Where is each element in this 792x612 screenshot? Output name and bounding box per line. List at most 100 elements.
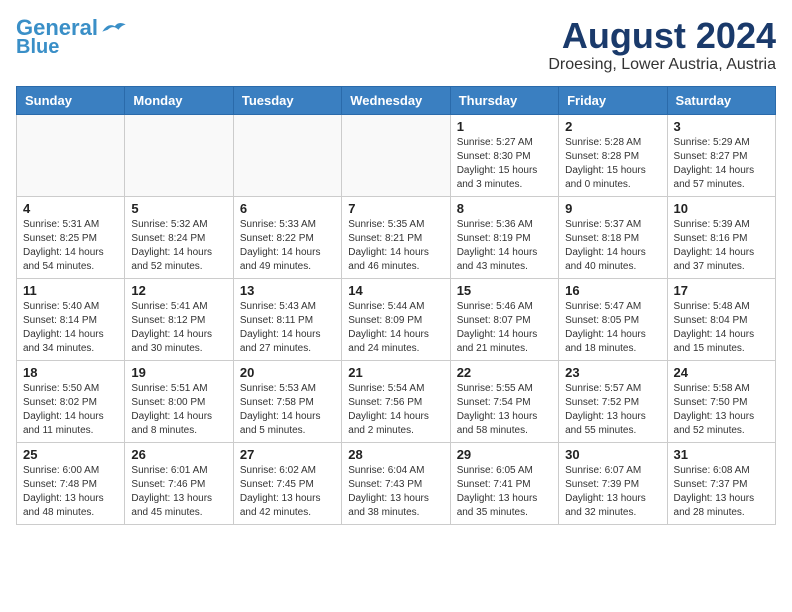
calendar-cell: 8Sunrise: 5:36 AMSunset: 8:19 PMDaylight… xyxy=(450,196,558,278)
calendar-cell: 15 Sunrise: 5:46 AMSunset: 8:07 PMDayligh… xyxy=(450,278,558,360)
day-info: Sunrise: 6:05 AMSunset: 7:41 PMDaylight:… xyxy=(457,464,552,520)
day-info: Sunrise: 5:55 AMSunset: 7:54 PMDaylight:… xyxy=(457,382,552,438)
logo-blue: Blue xyxy=(16,36,59,58)
calendar-cell: 5 Sunrise: 5:32 AMSunset: 8:24 PMDaylight… xyxy=(125,196,233,278)
calendar-table: SundayMondayTuesdayWednesdayThursdayFrid… xyxy=(16,86,776,525)
day-info: Sunrise: 6:01 AMSunset: 7:46 PMDaylight:… xyxy=(131,464,226,520)
day-number: 8 xyxy=(457,201,552,216)
day-info: Sunrise: 5:40 AMSunset: 8:14 PMDaylight:… xyxy=(23,300,118,356)
calendar-cell xyxy=(17,114,125,196)
location-title: Droesing, Lower Austria, Austria xyxy=(548,56,776,74)
day-info: Sunrise: 5:37 AMSunset: 8:18 PMDaylight:… xyxy=(565,218,660,274)
day-info: Sunrise: 5:58 AMSunset: 7:50 PMDaylight:… xyxy=(674,382,769,438)
day-number: 3 xyxy=(674,119,769,134)
calendar-cell: 23 Sunrise: 5:57 AMSunset: 7:52 PMDayligh… xyxy=(559,360,667,442)
day-info: Sunrise: 6:00 AMSunset: 7:48 PMDaylight:… xyxy=(23,464,118,520)
day-number: 22 xyxy=(457,365,552,380)
day-number: 11 xyxy=(23,283,118,298)
calendar-cell: 22 Sunrise: 5:55 AMSunset: 7:54 PMDayligh… xyxy=(450,360,558,442)
calendar-cell: 3 Sunrise: 5:29 AMSunset: 8:27 PMDaylight… xyxy=(667,114,775,196)
weekday-header-sunday: Sunday xyxy=(17,86,125,114)
weekday-header-monday: Monday xyxy=(125,86,233,114)
day-info: Sunrise: 6:04 AMSunset: 7:43 PMDaylight:… xyxy=(348,464,443,520)
day-number: 18 xyxy=(23,365,118,380)
day-number: 7 xyxy=(348,201,443,216)
calendar-week-5: 25 Sunrise: 6:00 AMSunset: 7:48 PMDayligh… xyxy=(17,442,776,524)
weekday-header-friday: Friday xyxy=(559,86,667,114)
day-info: Sunrise: 5:35 AMSunset: 8:21 PMDaylight:… xyxy=(348,218,443,274)
day-number: 17 xyxy=(674,283,769,298)
logo: General Blue xyxy=(16,16,128,58)
day-info: Sunrise: 5:41 AMSunset: 8:12 PMDaylight:… xyxy=(131,300,226,356)
calendar-cell: 25 Sunrise: 6:00 AMSunset: 7:48 PMDayligh… xyxy=(17,442,125,524)
day-number: 2 xyxy=(565,119,660,134)
day-info: Sunrise: 5:46 AMSunset: 8:07 PMDaylight:… xyxy=(457,300,552,356)
title-block: August 2024 Droesing, Lower Austria, Aus… xyxy=(548,16,776,74)
day-info: Sunrise: 5:50 AMSunset: 8:02 PMDaylight:… xyxy=(23,382,118,438)
calendar-header-row: SundayMondayTuesdayWednesdayThursdayFrid… xyxy=(17,86,776,114)
page-header: General Blue August 2024 Droesing, Lower… xyxy=(16,16,776,74)
day-number: 4 xyxy=(23,201,118,216)
day-number: 1 xyxy=(457,119,552,134)
calendar-cell: 29 Sunrise: 6:05 AMSunset: 7:41 PMDayligh… xyxy=(450,442,558,524)
day-info: Sunrise: 5:43 AMSunset: 8:11 PMDaylight:… xyxy=(240,300,335,356)
day-info: Sunrise: 5:31 AMSunset: 8:25 PMDaylight:… xyxy=(23,218,118,274)
calendar-week-4: 18 Sunrise: 5:50 AMSunset: 8:02 PMDayligh… xyxy=(17,360,776,442)
day-info: Sunrise: 5:28 AMSunset: 8:28 PMDaylight:… xyxy=(565,136,660,192)
month-title: August 2024 xyxy=(548,16,776,56)
day-number: 28 xyxy=(348,447,443,462)
day-number: 12 xyxy=(131,283,226,298)
calendar-cell: 16 Sunrise: 5:47 AMSunset: 8:05 PMDayligh… xyxy=(559,278,667,360)
day-info: Sunrise: 5:29 AMSunset: 8:27 PMDaylight:… xyxy=(674,136,769,192)
day-info: Sunrise: 5:47 AMSunset: 8:05 PMDaylight:… xyxy=(565,300,660,356)
calendar-week-3: 11 Sunrise: 5:40 AMSunset: 8:14 PMDayligh… xyxy=(17,278,776,360)
calendar-cell: 14 Sunrise: 5:44 AMSunset: 8:09 PMDayligh… xyxy=(342,278,450,360)
day-number: 25 xyxy=(23,447,118,462)
day-number: 15 xyxy=(457,283,552,298)
day-info: Sunrise: 5:44 AMSunset: 8:09 PMDaylight:… xyxy=(348,300,443,356)
day-number: 26 xyxy=(131,447,226,462)
day-number: 5 xyxy=(131,201,226,216)
day-number: 23 xyxy=(565,365,660,380)
calendar-cell: 18 Sunrise: 5:50 AMSunset: 8:02 PMDayligh… xyxy=(17,360,125,442)
calendar-cell: 11 Sunrise: 5:40 AMSunset: 8:14 PMDayligh… xyxy=(17,278,125,360)
day-info: Sunrise: 5:32 AMSunset: 8:24 PMDaylight:… xyxy=(131,218,226,274)
calendar-cell: 28 Sunrise: 6:04 AMSunset: 7:43 PMDayligh… xyxy=(342,442,450,524)
day-number: 9 xyxy=(565,201,660,216)
day-number: 16 xyxy=(565,283,660,298)
calendar-cell: 21Sunrise: 5:54 AMSunset: 7:56 PMDayligh… xyxy=(342,360,450,442)
day-number: 31 xyxy=(674,447,769,462)
day-number: 24 xyxy=(674,365,769,380)
calendar-cell: 24 Sunrise: 5:58 AMSunset: 7:50 PMDayligh… xyxy=(667,360,775,442)
calendar-cell: 1 Sunrise: 5:27 AMSunset: 8:30 PMDaylight… xyxy=(450,114,558,196)
day-info: Sunrise: 5:48 AMSunset: 8:04 PMDaylight:… xyxy=(674,300,769,356)
logo-bird-icon xyxy=(100,19,128,37)
day-info: Sunrise: 5:33 AMSunset: 8:22 PMDaylight:… xyxy=(240,218,335,274)
calendar-cell: 26 Sunrise: 6:01 AMSunset: 7:46 PMDayligh… xyxy=(125,442,233,524)
calendar-cell: 2 Sunrise: 5:28 AMSunset: 8:28 PMDaylight… xyxy=(559,114,667,196)
day-info: Sunrise: 6:08 AMSunset: 7:37 PMDaylight:… xyxy=(674,464,769,520)
day-number: 10 xyxy=(674,201,769,216)
day-number: 29 xyxy=(457,447,552,462)
calendar-cell: 31 Sunrise: 6:08 AMSunset: 7:37 PMDayligh… xyxy=(667,442,775,524)
calendar-cell: 27Sunrise: 6:02 AMSunset: 7:45 PMDayligh… xyxy=(233,442,341,524)
day-info: Sunrise: 5:53 AMSunset: 7:58 PMDaylight:… xyxy=(240,382,335,438)
day-number: 14 xyxy=(348,283,443,298)
day-info: Sunrise: 6:02 AMSunset: 7:45 PMDaylight:… xyxy=(240,464,335,520)
weekday-header-tuesday: Tuesday xyxy=(233,86,341,114)
day-info: Sunrise: 5:27 AMSunset: 8:30 PMDaylight:… xyxy=(457,136,552,192)
day-number: 6 xyxy=(240,201,335,216)
calendar-cell: 12 Sunrise: 5:41 AMSunset: 8:12 PMDayligh… xyxy=(125,278,233,360)
calendar-cell: 19Sunrise: 5:51 AMSunset: 8:00 PMDayligh… xyxy=(125,360,233,442)
calendar-cell: 10 Sunrise: 5:39 AMSunset: 8:16 PMDayligh… xyxy=(667,196,775,278)
calendar-cell: 20Sunrise: 5:53 AMSunset: 7:58 PMDayligh… xyxy=(233,360,341,442)
calendar-cell: 13Sunrise: 5:43 AMSunset: 8:11 PMDayligh… xyxy=(233,278,341,360)
calendar-week-1: 1 Sunrise: 5:27 AMSunset: 8:30 PMDaylight… xyxy=(17,114,776,196)
day-info: Sunrise: 5:57 AMSunset: 7:52 PMDaylight:… xyxy=(565,382,660,438)
calendar-cell: 4 Sunrise: 5:31 AMSunset: 8:25 PMDaylight… xyxy=(17,196,125,278)
day-info: Sunrise: 5:39 AMSunset: 8:16 PMDaylight:… xyxy=(674,218,769,274)
weekday-header-thursday: Thursday xyxy=(450,86,558,114)
calendar-cell xyxy=(125,114,233,196)
calendar-cell: 9 Sunrise: 5:37 AMSunset: 8:18 PMDaylight… xyxy=(559,196,667,278)
calendar-cell: 17 Sunrise: 5:48 AMSunset: 8:04 PMDayligh… xyxy=(667,278,775,360)
